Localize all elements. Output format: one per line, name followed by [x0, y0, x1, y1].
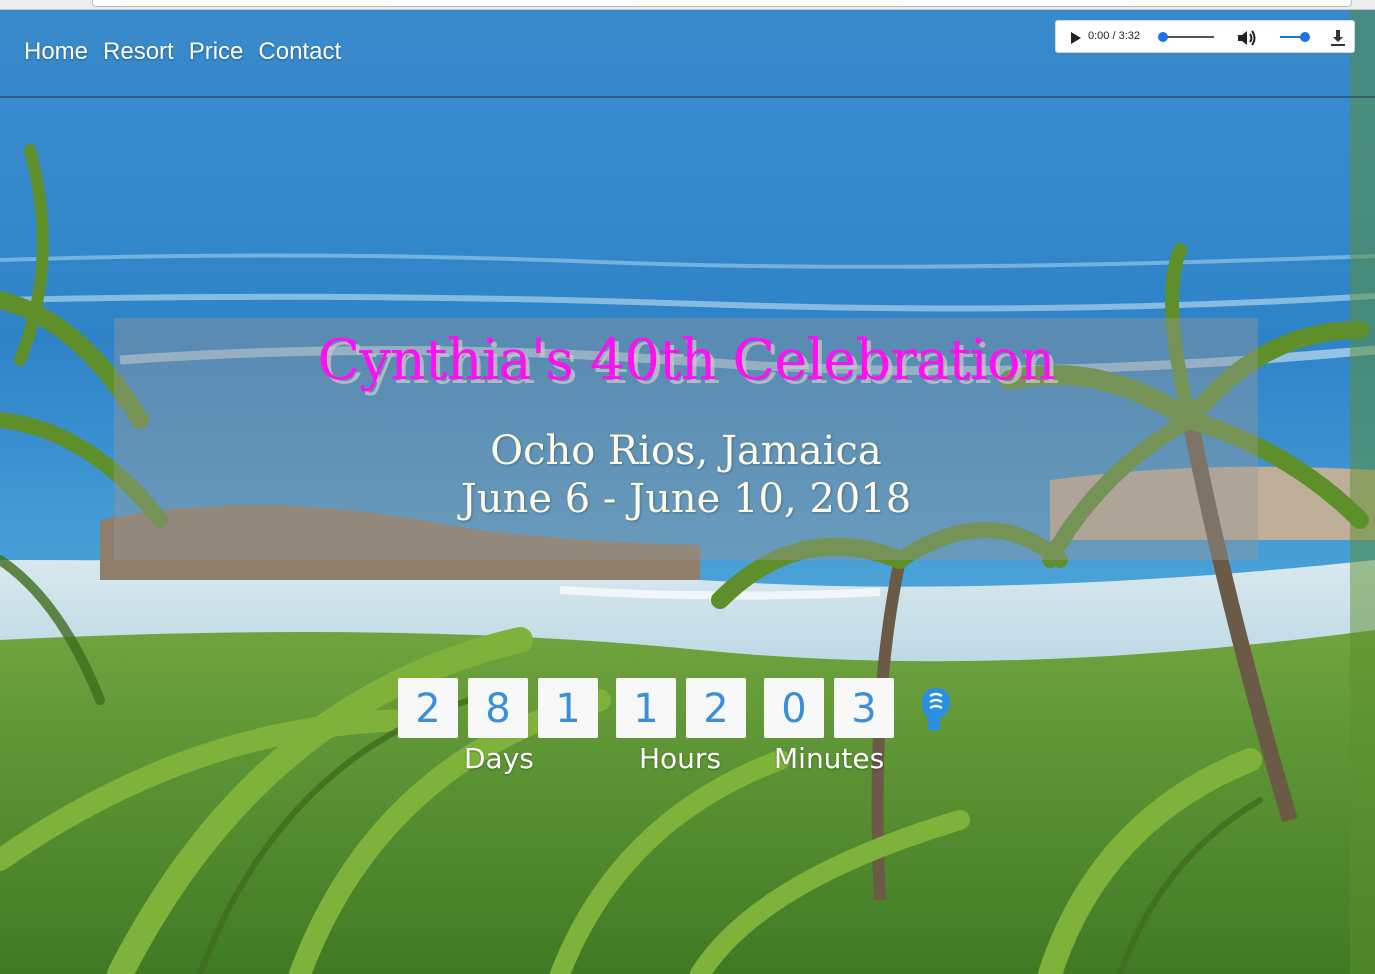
- hero-banner: Cynthia's 40th Celebration Ocho Rios, Ja…: [114, 318, 1258, 560]
- countdown-minutes-digit-1: 0: [764, 678, 824, 738]
- volume-icon[interactable]: [1236, 28, 1258, 48]
- audio-time: 0:00 / 3:32: [1088, 30, 1140, 42]
- audio-progress-thumb[interactable]: [1158, 32, 1168, 42]
- page: Home Resort Price Contact 0:00 / 3:32 Cy…: [0, 0, 1375, 974]
- browser-chrome-edge: [0, 0, 1375, 10]
- countdown-logo-icon[interactable]: [916, 684, 954, 734]
- event-dates: June 6 - June 10, 2018: [460, 476, 912, 522]
- countdown-timer: 2 8 1 1 2 0 3 Days Hours Minutes: [398, 678, 958, 788]
- nav-contact-link[interactable]: Contact: [258, 38, 341, 66]
- download-icon[interactable]: [1328, 28, 1348, 48]
- countdown-days-digit-1: 2: [398, 678, 458, 738]
- nav-links: Home Resort Price Contact: [24, 38, 341, 66]
- countdown-days-digit-3: 1: [538, 678, 598, 738]
- nav-price-link[interactable]: Price: [189, 38, 244, 66]
- event-title: Cynthia's 40th Celebration: [317, 328, 1055, 393]
- countdown-hours-digit-2: 2: [686, 678, 746, 738]
- play-icon[interactable]: [1066, 29, 1084, 47]
- audio-player: 0:00 / 3:32: [1055, 20, 1355, 53]
- countdown-minutes-digit-2: 3: [834, 678, 894, 738]
- countdown-hours-label: Hours: [639, 742, 722, 775]
- volume-slider-thumb[interactable]: [1300, 32, 1310, 42]
- countdown-hours-digit-1: 1: [616, 678, 676, 738]
- nav-resort-link[interactable]: Resort: [103, 38, 174, 66]
- address-bar[interactable]: [92, 0, 1352, 7]
- audio-progress-slider[interactable]: [1158, 32, 1214, 42]
- event-location: Ocho Rios, Jamaica: [490, 428, 882, 474]
- volume-slider[interactable]: [1280, 32, 1310, 42]
- countdown-days-label: Days: [464, 742, 534, 775]
- countdown-minutes-label: Minutes: [774, 742, 885, 775]
- nav-home-link[interactable]: Home: [24, 38, 88, 66]
- countdown-days-digit-2: 8: [468, 678, 528, 738]
